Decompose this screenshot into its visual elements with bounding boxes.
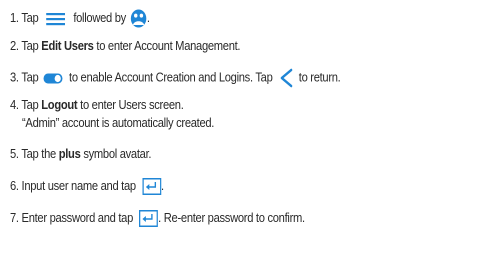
step-number: 2. — [10, 38, 19, 53]
step-6: 6. Input user name and tap . — [10, 177, 164, 196]
chevron-left-icon — [279, 68, 293, 88]
menu-icon — [46, 12, 66, 26]
step-text: followed by — [73, 10, 126, 25]
step-7: 7. Enter password and tap . Re-enter pas… — [10, 209, 305, 228]
step-text: . — [146, 10, 150, 25]
step-text: . — [160, 178, 164, 193]
step-text: Tap — [21, 97, 39, 112]
step-number: 7. — [10, 210, 19, 225]
step-1: 1. Tap followed by . — [10, 9, 150, 28]
plus-label: plus — [58, 146, 81, 161]
step-text: to enter Account Management. — [96, 38, 241, 53]
enter-key-icon — [139, 210, 159, 228]
step-4-continuation: “Admin” account is automatically created… — [22, 114, 214, 132]
step-text: Tap the — [21, 146, 56, 161]
toggle-switch-icon — [43, 73, 63, 84]
step-text: . Re-enter password to confirm. — [158, 210, 305, 225]
step-number: 3. — [10, 69, 19, 85]
step-text: to enter Users screen. — [80, 97, 184, 112]
step-text: “Admin” account is automatically created… — [22, 115, 215, 130]
step-4: 4. Tap Logout to enter Users screen. — [10, 96, 184, 114]
step-number: 5. — [10, 146, 19, 161]
step-text: Tap — [21, 38, 39, 53]
users-face-icon — [130, 9, 147, 28]
step-text: symbol avatar. — [83, 146, 152, 161]
step-5: 5. Tap the plus symbol avatar. — [10, 145, 151, 163]
step-text: to enable Account Creation and Logins. T… — [69, 69, 273, 85]
step-text: to return. — [298, 69, 341, 85]
step-text: Enter password and tap — [21, 210, 134, 225]
logout-label: Logout — [41, 97, 78, 112]
step-number: 6. — [10, 178, 19, 193]
step-text: Tap — [21, 10, 39, 25]
enter-key-icon — [142, 178, 161, 196]
step-number: 1. — [10, 10, 19, 25]
step-number: 4. — [10, 97, 19, 112]
step-text: Tap — [21, 69, 39, 85]
step-3: 3. Tap to enable Account Creation and Lo… — [10, 68, 341, 88]
step-2: 2. Tap Edit Users to enter Account Manag… — [10, 37, 241, 55]
step-text: Input user name and tap — [21, 178, 137, 193]
edit-users-label: Edit Users — [41, 38, 94, 53]
